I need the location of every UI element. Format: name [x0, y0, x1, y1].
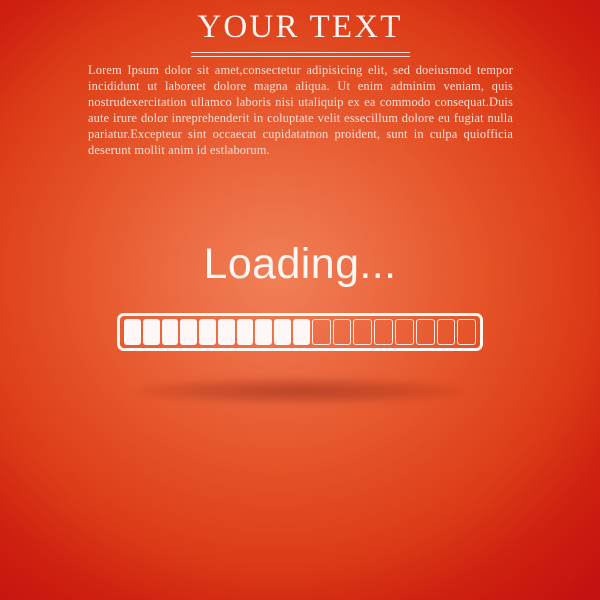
poster-canvas: YOUR TEXT Lorem Ipsum dolor sit amet,con…	[0, 0, 600, 600]
progress-segment-filled	[236, 319, 254, 345]
progress-segment-filled	[161, 319, 179, 345]
progress-bar[interactable]	[117, 313, 483, 351]
divider-rule-top	[190, 51, 410, 53]
progress-segment-filled	[255, 319, 273, 345]
progress-segment-filled	[124, 319, 141, 345]
progress-segment-empty	[332, 319, 352, 345]
progress-segment-filled	[217, 319, 235, 345]
title-divider	[190, 51, 410, 57]
progress-segment-filled	[180, 319, 198, 345]
progress-segment-empty	[394, 319, 414, 345]
divider-rule-bottom	[190, 55, 410, 57]
progress-segment-empty	[436, 319, 456, 345]
progress-segment-empty	[457, 319, 477, 345]
progress-segment-filled	[199, 319, 216, 345]
page-title: YOUR TEXT	[197, 9, 403, 45]
progress-segment-empty	[415, 319, 435, 345]
progress-segment-filled	[142, 319, 160, 345]
header-block: YOUR TEXT	[0, 0, 600, 57]
body-paragraph: Lorem Ipsum dolor sit amet,consectetur a…	[88, 63, 513, 157]
loading-label: Loading...	[203, 240, 397, 288]
progress-segment-empty	[353, 319, 373, 345]
progress-segment-empty	[311, 319, 331, 345]
progress-segment-filled	[274, 319, 292, 345]
progress-segment-empty	[374, 319, 393, 345]
progress-segment-filled	[293, 319, 310, 345]
progress-bar-shadow	[138, 378, 463, 404]
